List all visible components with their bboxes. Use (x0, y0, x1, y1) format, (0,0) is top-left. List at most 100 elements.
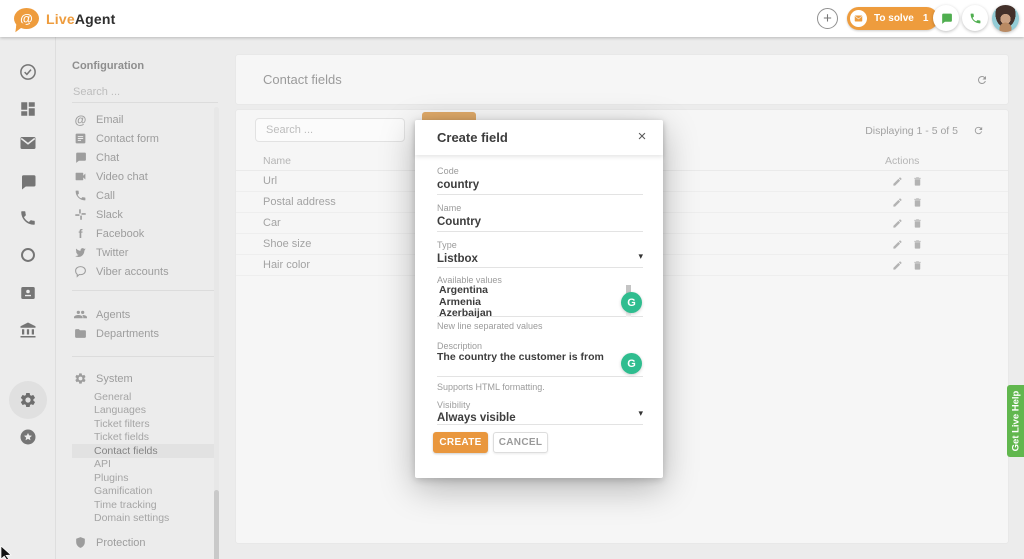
liveagent-logo[interactable]: @ LiveAgent (14, 6, 116, 31)
sidebar-item-plugins[interactable]: Plugins (72, 471, 214, 485)
config-sidebar: Configuration @Email Contact form Chat V… (56, 37, 222, 559)
edit-pencil-icon[interactable] (892, 218, 903, 229)
modal-title: Create field (437, 130, 508, 145)
create-button[interactable]: CREATE (433, 432, 488, 453)
code-label: Code (437, 166, 643, 176)
sidebar-item-departments[interactable]: Departments (72, 324, 214, 343)
chat-icon (74, 151, 87, 164)
portal-icon[interactable] (19, 321, 37, 339)
to-solve-count: 1 (923, 13, 929, 24)
chat-icon[interactable] (19, 173, 37, 191)
chat-button[interactable] (933, 5, 959, 31)
available-values-textarea[interactable]: Argentina Armenia Azerbaijan (437, 285, 643, 317)
refresh-icon[interactable] (973, 125, 984, 136)
sidebar-item-system[interactable]: System (72, 369, 214, 388)
delete-trash-icon[interactable] (912, 197, 923, 208)
close-icon[interactable]: × (634, 128, 650, 145)
code-field[interactable]: Code country (437, 166, 643, 195)
edit-pencil-icon[interactable] (892, 260, 903, 271)
sidebar-item-email[interactable]: @Email (72, 110, 214, 129)
avatar[interactable] (992, 5, 1019, 32)
page-title-card: Contact fields (236, 55, 1008, 104)
description-hint: Supports HTML formatting. (437, 382, 545, 392)
call-icon[interactable] (19, 209, 37, 227)
delete-trash-icon[interactable] (912, 218, 923, 229)
sidebar-item-facebook[interactable]: fFacebook (72, 224, 214, 243)
to-solve-button[interactable]: To solve 1 (847, 7, 938, 30)
table-search-input[interactable] (255, 118, 405, 142)
sidebar-item-domain-settings[interactable]: Domain settings (72, 512, 214, 526)
type-select[interactable]: Type Listbox ▾ (437, 240, 643, 268)
sidebar-item-protection[interactable]: Protection (72, 533, 214, 552)
sidebar-search-input[interactable] (72, 82, 218, 103)
sidebar-item-ticket-filters[interactable]: Ticket filters (72, 417, 214, 431)
sidebar-channel-group: @Email Contact form Chat Video chat Call… (72, 110, 214, 281)
gear-icon (74, 372, 87, 385)
tasks-check-icon[interactable] (19, 63, 37, 81)
sidebar-scrollbar[interactable] (214, 107, 219, 559)
scrollbar-thumb[interactable] (214, 490, 219, 559)
cancel-button[interactable]: CANCEL (493, 432, 548, 453)
visibility-label: Visibility (437, 400, 643, 410)
modal-header: Create field × (415, 120, 663, 155)
sidebar-item-contact-fields[interactable]: Contact fields (72, 444, 214, 458)
sidebar-item-agents[interactable]: Agents (72, 305, 214, 324)
chevron-down-icon: ▾ (638, 251, 643, 262)
description-textarea[interactable]: The country the customer is from (437, 351, 643, 377)
edit-pencil-icon[interactable] (892, 197, 903, 208)
departments-icon (74, 327, 87, 340)
visibility-value: Always visible (437, 412, 643, 424)
dashboard-icon[interactable] (19, 100, 37, 118)
sidebar-item-time-tracking[interactable]: Time tracking (72, 498, 214, 512)
grammarly-icon[interactable]: G (621, 353, 642, 374)
description-label: Description (437, 341, 482, 351)
sidebar-item-general[interactable]: General (72, 390, 214, 404)
slack-icon (74, 208, 87, 221)
sidebar-item-contact-form[interactable]: Contact form (72, 129, 214, 148)
sidebar-item-slack[interactable]: Slack (72, 205, 214, 224)
edit-pencil-icon[interactable] (892, 239, 903, 250)
visibility-select[interactable]: Visibility Always visible ▾ (437, 400, 643, 425)
sidebar-staff-group: Agents Departments (72, 305, 214, 343)
sidebar-item-gamification[interactable]: Gamification (72, 485, 214, 499)
viber-icon (74, 265, 87, 278)
code-input[interactable]: country (437, 179, 643, 191)
settings-gear-icon[interactable] (19, 391, 37, 409)
form-icon (74, 132, 87, 145)
twitter-icon (74, 246, 87, 259)
delete-trash-icon[interactable] (912, 239, 923, 250)
refresh-icon[interactable] (976, 74, 988, 86)
app-window: @ LiveAgent + To solve 1 Configuration @… (0, 0, 1024, 559)
mail-icon[interactable] (19, 134, 37, 152)
sidebar-item-languages[interactable]: Languages (72, 404, 214, 418)
add-icon[interactable]: + (817, 8, 838, 29)
get-live-help-button[interactable]: Get Live Help (1007, 385, 1024, 457)
sidebar-item-ticket-fields[interactable]: Ticket fields (72, 431, 214, 445)
name-input[interactable]: Country (437, 216, 643, 228)
sidebar-item-video-chat[interactable]: Video chat (72, 167, 214, 186)
delete-trash-icon[interactable] (912, 176, 923, 187)
clock-icon[interactable] (19, 246, 37, 264)
contacts-icon[interactable] (19, 284, 37, 302)
displaying-range: Displaying 1 - 5 of 5 (865, 125, 958, 137)
sidebar-item-viber[interactable]: Viber accounts (72, 262, 214, 281)
video-chat-icon (74, 170, 87, 183)
chat-icon (940, 12, 953, 25)
page-title: Contact fields (263, 72, 342, 87)
icon-rail (0, 37, 56, 559)
facebook-icon: f (74, 227, 87, 240)
logo-bubble-icon: @ (14, 8, 39, 29)
sidebar-item-chat[interactable]: Chat (72, 148, 214, 167)
call-button[interactable] (962, 5, 988, 31)
sidebar-item-twitter[interactable]: Twitter (72, 243, 214, 262)
sidebar-item-call[interactable]: Call (72, 186, 214, 205)
delete-trash-icon[interactable] (912, 260, 923, 271)
grammarly-icon[interactable]: G (621, 292, 642, 313)
sidebar-system-group: System (72, 369, 214, 388)
name-field[interactable]: Name Country (437, 203, 643, 232)
achievements-star-icon[interactable] (19, 428, 37, 446)
agents-icon (74, 308, 87, 321)
sidebar-item-api[interactable]: API (72, 458, 214, 472)
edit-pencil-icon[interactable] (892, 176, 903, 187)
to-solve-envelope-icon (850, 10, 867, 27)
